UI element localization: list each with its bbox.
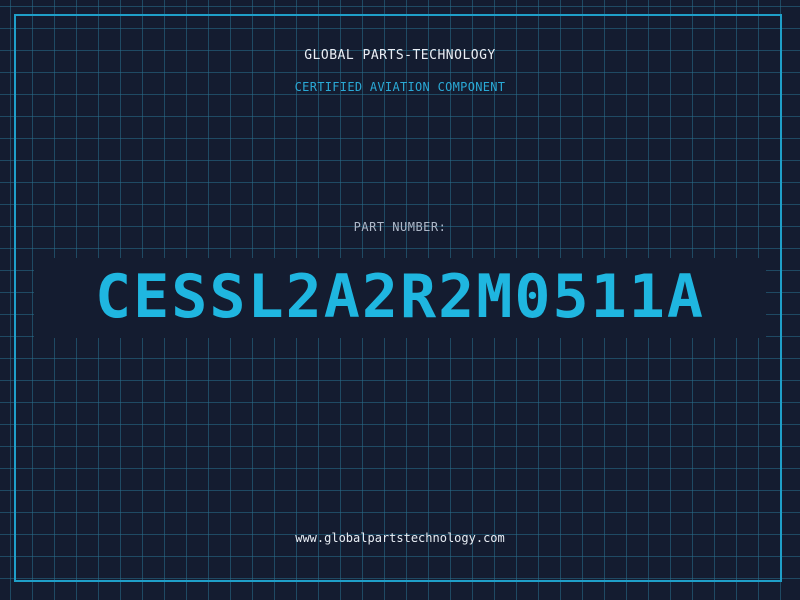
website-url: www.globalpartstechnology.com — [295, 531, 505, 545]
part-number-value: CESSL2A2R2M0511A — [95, 262, 705, 332]
part-number-label: PART NUMBER: — [353, 220, 447, 234]
company-name: GLOBAL PARTS-TECHNOLOGY — [304, 48, 496, 63]
certification-subtitle: CERTIFIED AVIATION COMPONENT — [294, 80, 506, 94]
